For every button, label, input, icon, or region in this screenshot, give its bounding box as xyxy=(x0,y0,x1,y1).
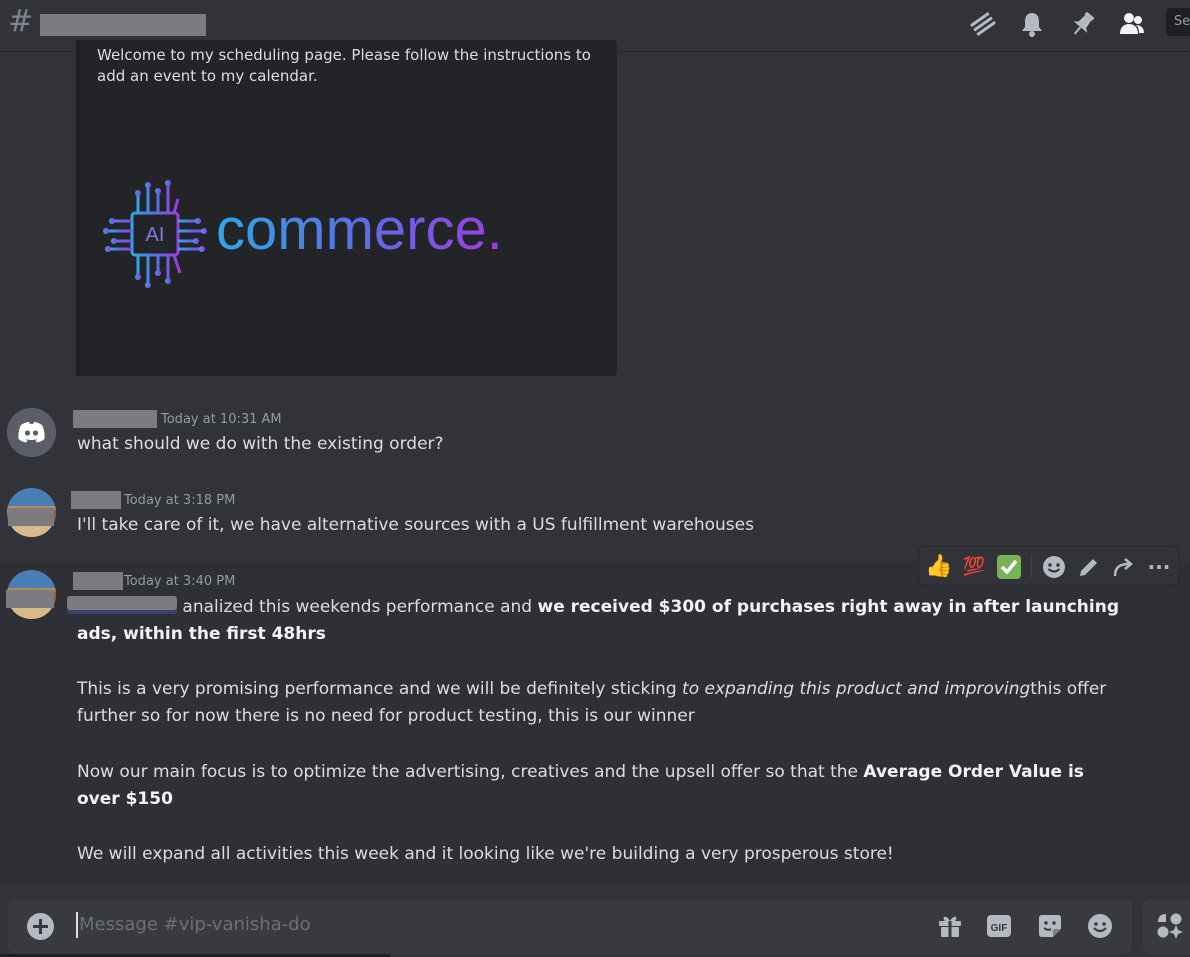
channel-hash-icon: # xyxy=(8,4,34,39)
channel-name-redacted xyxy=(40,14,206,36)
emoji-icon[interactable] xyxy=(1086,912,1114,940)
embed-logo-image: AI commerce. xyxy=(100,175,617,299)
message-composer[interactable]: Message #vip-vanisha-do GIF xyxy=(8,899,1132,954)
message-text-plain: This is a very promising performance and… xyxy=(77,679,683,699)
avatar-redacted xyxy=(6,590,54,608)
avatar-redacted xyxy=(8,508,54,526)
message-paragraph-2: This is a very promising performance and… xyxy=(77,676,1117,730)
members-icon[interactable] xyxy=(1117,9,1147,39)
user-mention-redacted[interactable] xyxy=(67,596,177,614)
plus-icon xyxy=(33,919,48,934)
username-redacted[interactable] xyxy=(71,491,121,509)
message-timestamp: Today at 3:40 PM xyxy=(124,574,236,589)
apps-button[interactable] xyxy=(1143,899,1190,954)
message-text: I'll take care of it, we have alternativ… xyxy=(77,515,754,535)
pin-icon[interactable] xyxy=(1068,9,1098,39)
username-redacted[interactable] xyxy=(73,410,157,428)
message-text: what should we do with the existing orde… xyxy=(77,434,444,454)
threads-icon[interactable] xyxy=(968,9,998,39)
message-input[interactable]: Message #vip-vanisha-do xyxy=(79,914,311,935)
message-timestamp: Today at 10:31 AM xyxy=(161,412,282,427)
message-paragraph-4: We will expand all activities this week … xyxy=(77,844,894,864)
search-box[interactable]: Se xyxy=(1166,8,1190,36)
edit-icon[interactable] xyxy=(1074,552,1104,582)
message-hover-toolbar: 👍 💯 ··· xyxy=(918,546,1180,586)
avatar[interactable] xyxy=(7,408,56,457)
message-paragraph-1: analized this weekends performance and w… xyxy=(67,594,1127,648)
bell-icon[interactable] xyxy=(1017,9,1047,39)
gift-icon[interactable] xyxy=(936,912,964,940)
link-embed: Welcome to my scheduling page. Please fo… xyxy=(76,40,617,376)
message-text-italic: to expanding this product and improving xyxy=(682,679,1031,699)
forward-icon[interactable] xyxy=(1109,552,1139,582)
add-reaction-icon[interactable] xyxy=(1039,552,1069,582)
username-redacted[interactable] xyxy=(73,572,123,590)
apps-icon xyxy=(1157,913,1183,939)
add-attachment-button[interactable] xyxy=(27,913,54,940)
gif-icon[interactable]: GIF xyxy=(985,912,1013,940)
toolbar-divider xyxy=(1031,555,1032,579)
reaction-100[interactable]: 💯 xyxy=(959,552,989,582)
check-mark-icon xyxy=(997,555,1021,579)
message-timestamp: Today at 3:18 PM xyxy=(124,493,236,508)
sticker-icon[interactable] xyxy=(1036,912,1064,940)
text-cursor xyxy=(76,912,78,938)
discord-logo-icon xyxy=(7,408,56,457)
message-text-plain: Now our main focus is to optimize the ad… xyxy=(77,762,864,782)
logo-wordmark: commerce. xyxy=(216,197,503,262)
embed-description: Welcome to my scheduling page. Please fo… xyxy=(97,46,591,85)
message-paragraph-3: Now our main focus is to optimize the ad… xyxy=(77,759,1117,813)
message-text-plain: analized this weekends performance and xyxy=(177,597,538,617)
reaction-thumbs-up[interactable]: 👍 xyxy=(924,552,954,582)
more-icon[interactable]: ··· xyxy=(1144,552,1174,582)
reaction-check[interactable] xyxy=(994,552,1024,582)
gif-icon-label: GIF xyxy=(991,923,1008,934)
logo-chip-label: AI xyxy=(146,224,165,246)
